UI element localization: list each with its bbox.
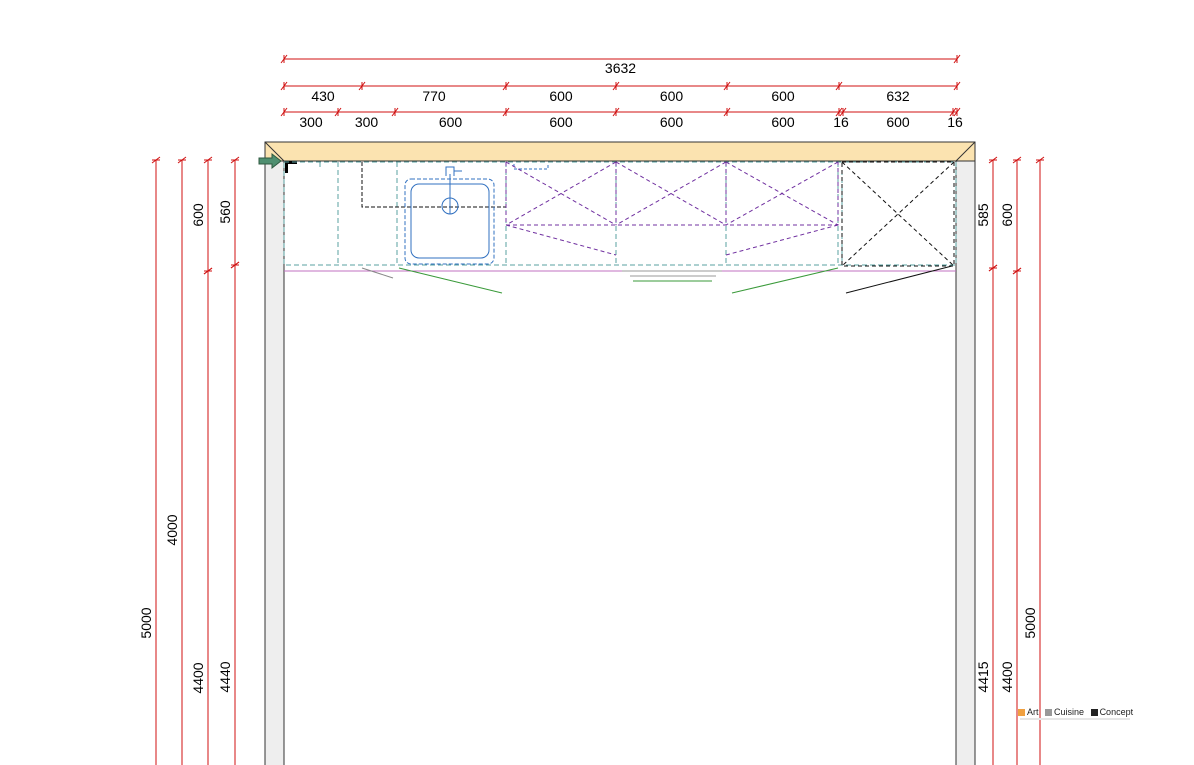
dimension-label: 4415 bbox=[975, 661, 991, 692]
dimension-label: 632 bbox=[886, 88, 910, 104]
hob-detail bbox=[513, 164, 549, 170]
left-wall bbox=[264, 141, 285, 765]
dimension-label: 4400 bbox=[190, 662, 206, 693]
dimension-label: 600 bbox=[549, 88, 573, 104]
dimension-label: 600 bbox=[771, 88, 795, 104]
wall-cabinets bbox=[505, 161, 839, 256]
walls bbox=[264, 141, 976, 765]
dimension-label: 5000 bbox=[138, 607, 154, 638]
dimension-label: 560 bbox=[217, 200, 233, 224]
faucet-icon bbox=[445, 166, 462, 176]
dimension-label: 600 bbox=[549, 114, 573, 130]
dimension-label: 600 bbox=[771, 114, 795, 130]
logo-word-art: Art bbox=[1027, 707, 1039, 717]
logo-concept-square bbox=[1090, 709, 1098, 716]
dimension-label: 585 bbox=[975, 203, 991, 227]
logo-word-cuisine: Cuisine bbox=[1054, 707, 1085, 717]
worktop-back-wall bbox=[264, 141, 976, 162]
kitchen-floor-plan: 3632 430 770 600 600 600 632 300 300 600 600 600 600… bbox=[138, 54, 1045, 765]
dimension-label: 600 bbox=[999, 203, 1015, 227]
base-cabinet-outline bbox=[283, 161, 957, 266]
door-swings bbox=[361, 267, 839, 294]
dimension-label: 4000 bbox=[164, 514, 180, 545]
dimension-label: 300 bbox=[355, 114, 379, 130]
dimension-label: 5000 bbox=[1022, 607, 1038, 638]
tall-unit bbox=[841, 161, 955, 267]
dimension-label: 600 bbox=[190, 203, 206, 227]
dimension-label: 770 bbox=[422, 88, 446, 104]
dimension-label: 4440 bbox=[217, 661, 233, 692]
dimension-label: 600 bbox=[660, 88, 684, 104]
dimension-label: 600 bbox=[660, 114, 684, 130]
dimension-label: 16 bbox=[833, 114, 849, 130]
brand-logo: Art Cuisine Concept bbox=[1018, 707, 1137, 720]
logo-word-concept: Concept bbox=[1099, 707, 1134, 717]
base-cabinets bbox=[283, 161, 957, 266]
dimension-label: 16 bbox=[947, 114, 963, 130]
logo-art-square bbox=[1018, 709, 1025, 716]
dimension-label: 4400 bbox=[999, 661, 1015, 692]
right-wall bbox=[955, 141, 976, 765]
dimension-label: 300 bbox=[299, 114, 323, 130]
dimension-label: 3632 bbox=[605, 60, 636, 76]
dimension-label: 600 bbox=[439, 114, 463, 130]
dimension-label: 600 bbox=[886, 114, 910, 130]
logo-cuisine-square bbox=[1045, 709, 1053, 716]
sink bbox=[404, 166, 495, 265]
tall-unit-door-swing bbox=[845, 265, 953, 294]
dimension-label: 430 bbox=[311, 88, 335, 104]
